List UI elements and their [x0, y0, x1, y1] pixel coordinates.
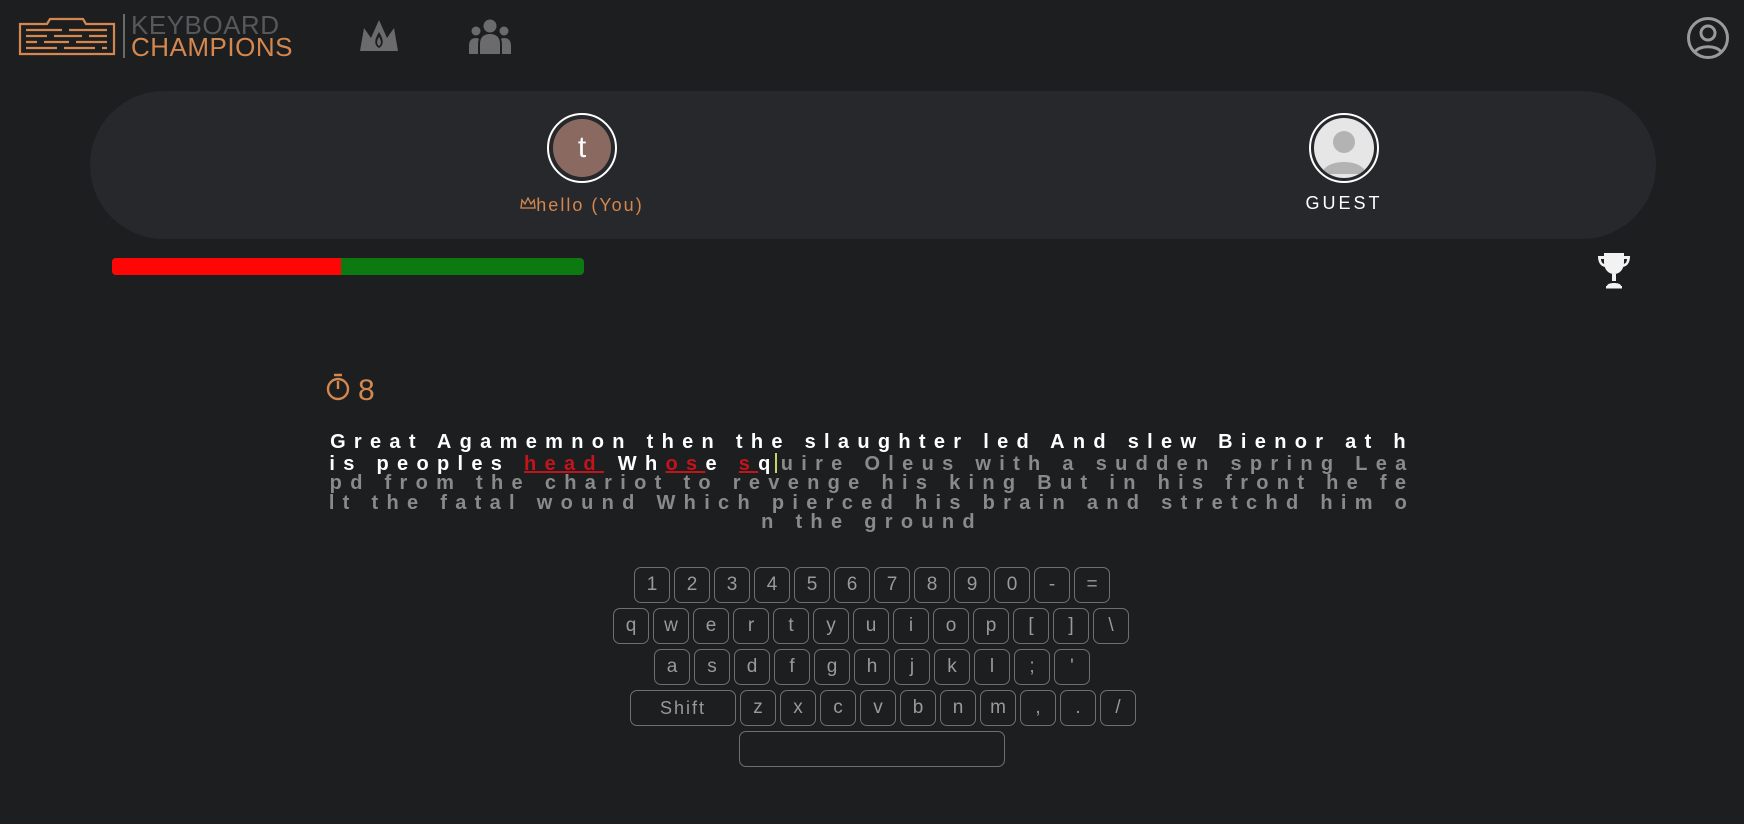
key[interactable]: v: [860, 690, 896, 726]
on-screen-keyboard: 1 2 3 4 5 6 7 8 9 0- = q w e r t y u i o p[] \ a s d f g h j k l; ' S…: [0, 567, 1744, 772]
player-name: GUEST: [1305, 193, 1383, 213]
typing-passage: Great Agamemnon then the slaughter led A…: [327, 432, 1417, 533]
group-icon[interactable]: [468, 18, 512, 61]
key[interactable]: k: [934, 649, 970, 685]
key[interactable]: j: [894, 649, 930, 685]
timer-value: 8: [358, 374, 375, 407]
key[interactable]: /: [1100, 690, 1136, 726]
key[interactable]: c: [820, 690, 856, 726]
key[interactable]: 8: [914, 567, 950, 603]
timer: 8: [326, 366, 375, 408]
key[interactable]: a: [654, 649, 690, 685]
key[interactable]: f: [774, 649, 810, 685]
key[interactable]: i: [893, 608, 929, 644]
keyboard-logo-icon: [18, 17, 116, 56]
key[interactable]: m: [980, 690, 1016, 726]
text-caret: [774, 452, 777, 473]
key[interactable]: s: [694, 649, 730, 685]
race-progress-bar: [112, 258, 584, 275]
key[interactable]: q: [613, 608, 649, 644]
key[interactable]: 2: [674, 567, 710, 603]
key[interactable]: 6: [834, 567, 870, 603]
key-shift[interactable]: Shift: [630, 690, 736, 726]
key[interactable]: .: [1060, 690, 1096, 726]
key[interactable]: 9: [954, 567, 990, 603]
players-panel: t hello (You) GUEST: [90, 91, 1656, 239]
key[interactable]: z: [740, 690, 776, 726]
key[interactable]: h: [854, 649, 890, 685]
key[interactable]: u: [853, 608, 889, 644]
key[interactable]: 3: [714, 567, 750, 603]
logo-divider: [123, 14, 125, 58]
keyboard-row-top: q w e r t y u i o p[] \: [0, 608, 1744, 644]
small-crown-icon: [520, 196, 537, 209]
leaderboard-crown-icon[interactable]: [358, 18, 400, 59]
account-icon[interactable]: [1686, 16, 1730, 65]
key[interactable]: 4: [754, 567, 790, 603]
key[interactable]: -: [1034, 567, 1070, 603]
key[interactable]: [: [1013, 608, 1049, 644]
keyboard-row-numbers: 1 2 3 4 5 6 7 8 9 0- =: [0, 567, 1744, 603]
key[interactable]: y: [813, 608, 849, 644]
keyboard-row-home: a s d f g h j k l; ': [0, 649, 1744, 685]
avatar-initial: t: [553, 119, 611, 177]
keyboard-row-bottom: Shift z x c v b n m,. /: [0, 690, 1744, 726]
key[interactable]: o: [933, 608, 969, 644]
avatar: t: [547, 113, 617, 183]
player-name-row: hello (You): [482, 195, 682, 216]
key[interactable]: g: [814, 649, 850, 685]
progress-fill: [112, 258, 341, 275]
key[interactable]: =: [1074, 567, 1110, 603]
key[interactable]: ]: [1053, 608, 1089, 644]
key[interactable]: b: [900, 690, 936, 726]
key[interactable]: ,: [1020, 690, 1056, 726]
key[interactable]: t: [773, 608, 809, 644]
key-space[interactable]: [739, 731, 1005, 767]
trophy-icon: [1594, 250, 1634, 295]
key[interactable]: 0: [994, 567, 1030, 603]
key[interactable]: e: [693, 608, 729, 644]
brand-logo[interactable]: KEYBOARD CHAMPIONS: [17, 12, 293, 62]
key[interactable]: ': [1054, 649, 1090, 685]
key[interactable]: 7: [874, 567, 910, 603]
key[interactable]: ;: [1014, 649, 1050, 685]
key[interactable]: x: [780, 690, 816, 726]
key[interactable]: r: [733, 608, 769, 644]
key[interactable]: p: [973, 608, 1009, 644]
player-guest: GUEST: [1244, 113, 1444, 214]
key[interactable]: n: [940, 690, 976, 726]
player-you: t hello (You): [482, 113, 682, 216]
brand-name: KEYBOARD CHAMPIONS: [131, 12, 293, 62]
player-name: hello (You): [536, 195, 644, 215]
key[interactable]: w: [653, 608, 689, 644]
key[interactable]: d: [734, 649, 770, 685]
key[interactable]: \: [1093, 608, 1129, 644]
key[interactable]: 1: [634, 567, 670, 603]
keyboard-row-space: [0, 731, 1744, 767]
stopwatch-icon: [326, 373, 350, 401]
key[interactable]: l: [974, 649, 1010, 685]
guest-avatar-icon: [1314, 118, 1374, 178]
avatar: [1309, 113, 1379, 183]
key[interactable]: 5: [794, 567, 830, 603]
brand-line2: CHAMPIONS: [131, 32, 293, 62]
